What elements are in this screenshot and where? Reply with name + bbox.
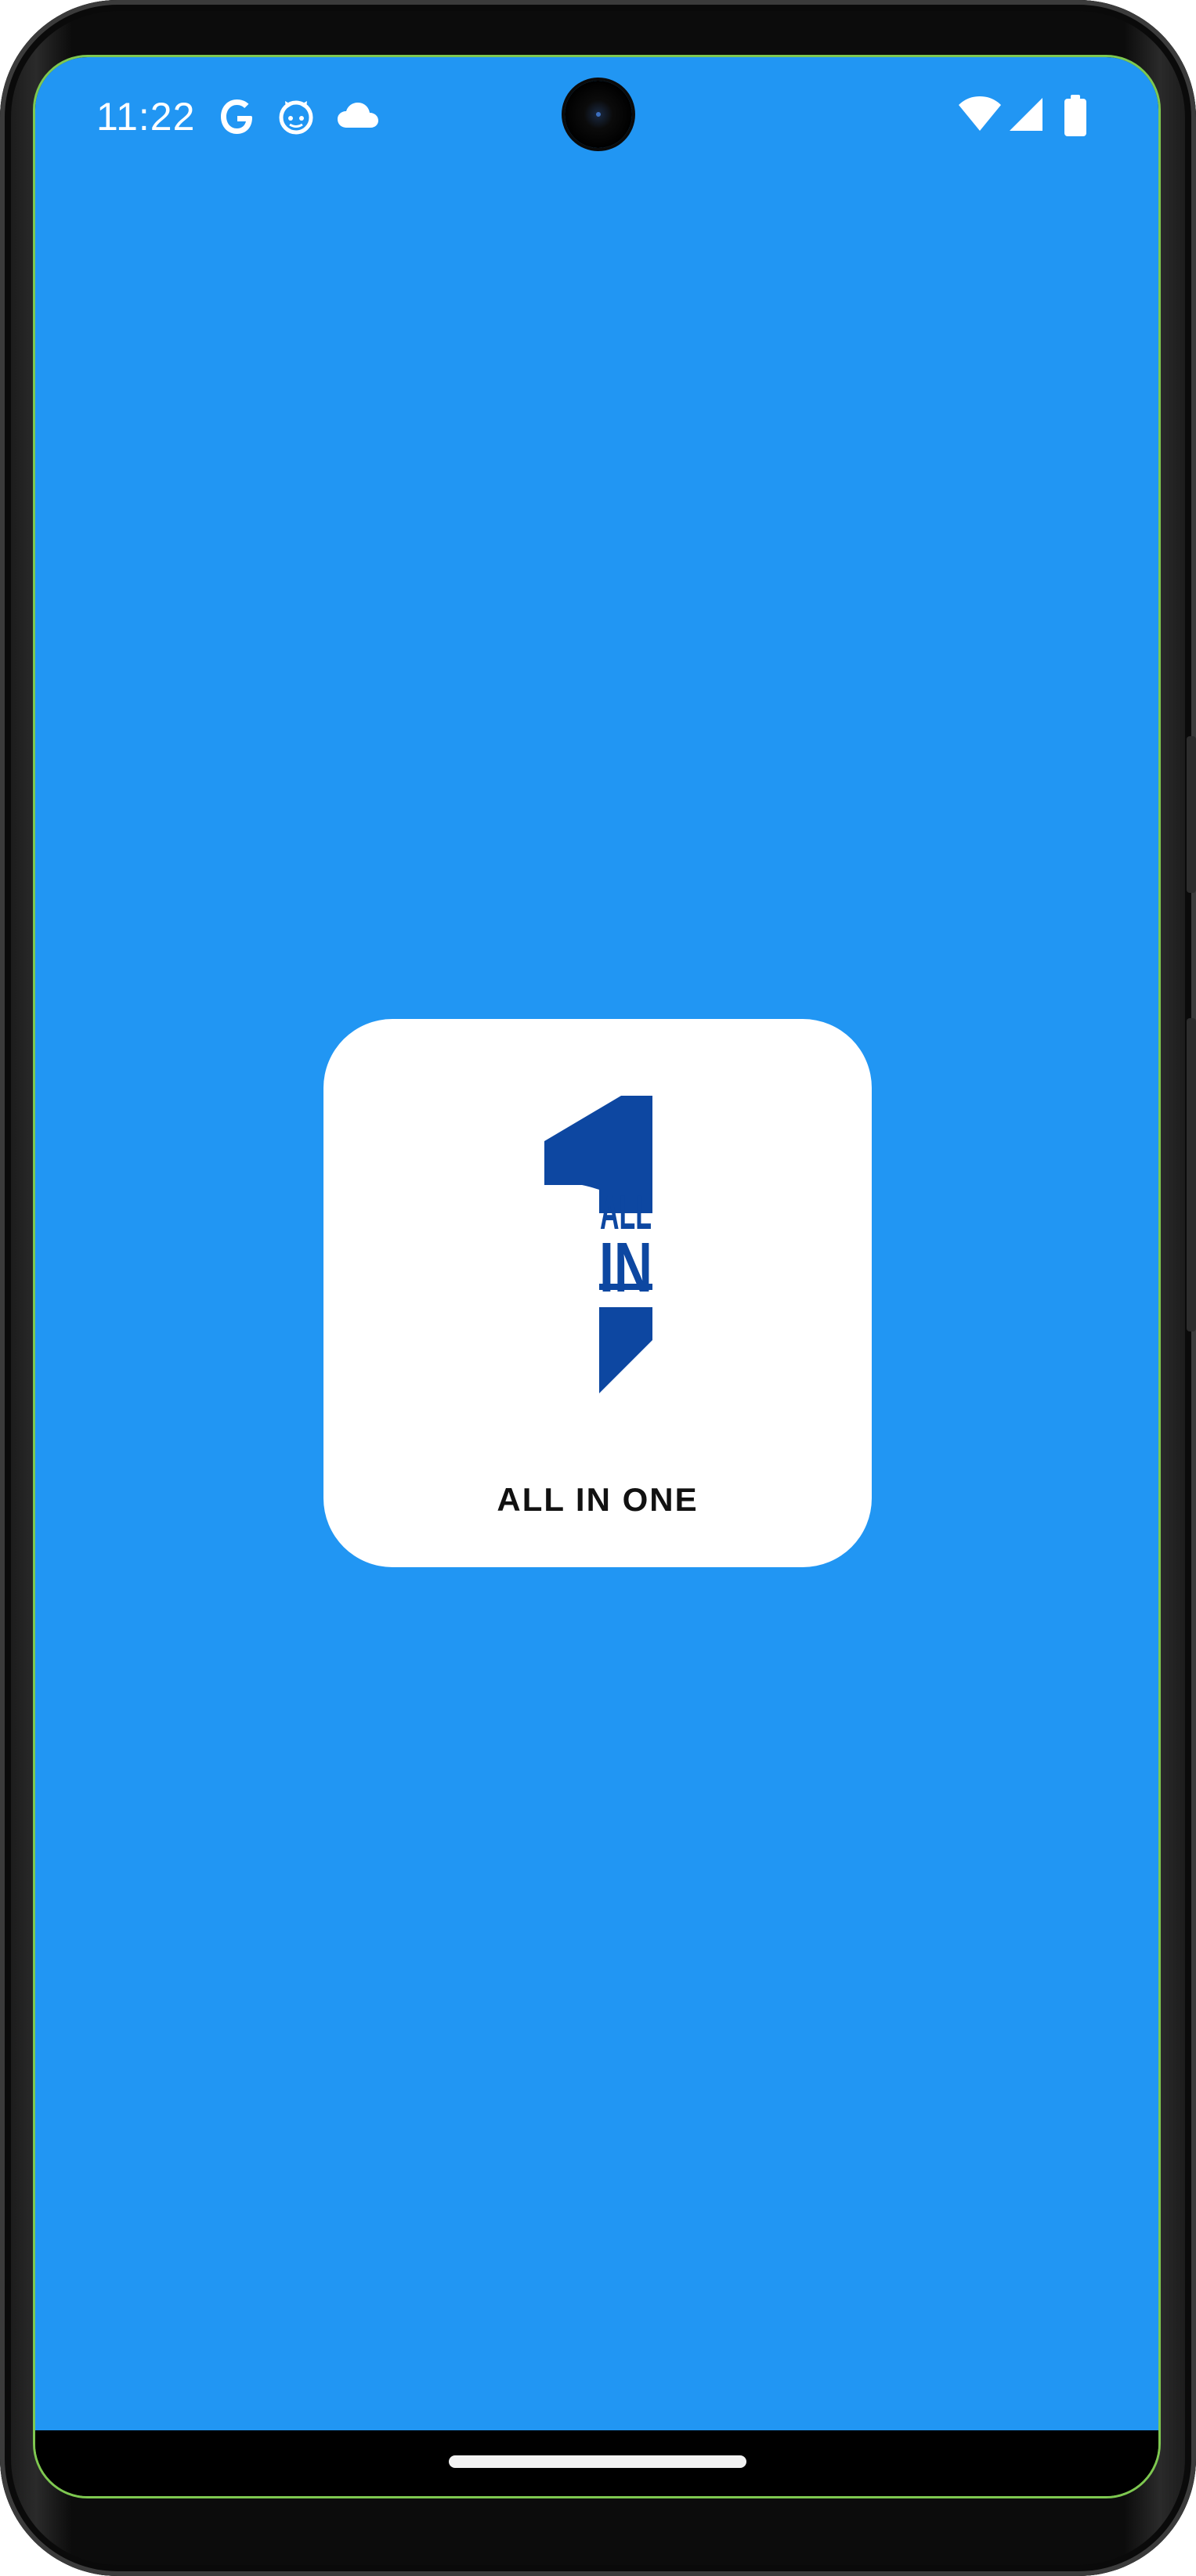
logo-mark-line2: IN	[599, 1229, 652, 1307]
battery-icon	[1063, 95, 1088, 139]
phone-frame: 11:22 ALL IN ALL IN ONE	[0, 0, 1196, 2576]
navigation-bar	[35, 2430, 1158, 2496]
cloud-icon	[336, 99, 380, 143]
google-icon	[217, 95, 256, 139]
logo-caption: ALL IN ONE	[497, 1481, 699, 1518]
cell-signal-icon	[1006, 95, 1046, 139]
all-in-one-logo-mark: ALL IN	[504, 1096, 692, 1425]
volume-button	[1187, 1018, 1196, 1331]
home-gesture-pill[interactable]	[449, 2455, 746, 2468]
status-time: 11:22	[96, 95, 196, 139]
phone-screen: 11:22 ALL IN ALL IN ONE	[33, 55, 1161, 2498]
wifi-icon	[958, 95, 1002, 139]
app-logo-card: ALL IN ALL IN ONE	[323, 1019, 872, 1567]
splash-screen: 11:22 ALL IN ALL IN ONE	[35, 57, 1158, 2430]
front-camera	[565, 81, 632, 148]
power-button	[1187, 736, 1196, 893]
octocat-icon	[276, 95, 316, 139]
status-bar: 11:22	[35, 57, 1158, 175]
